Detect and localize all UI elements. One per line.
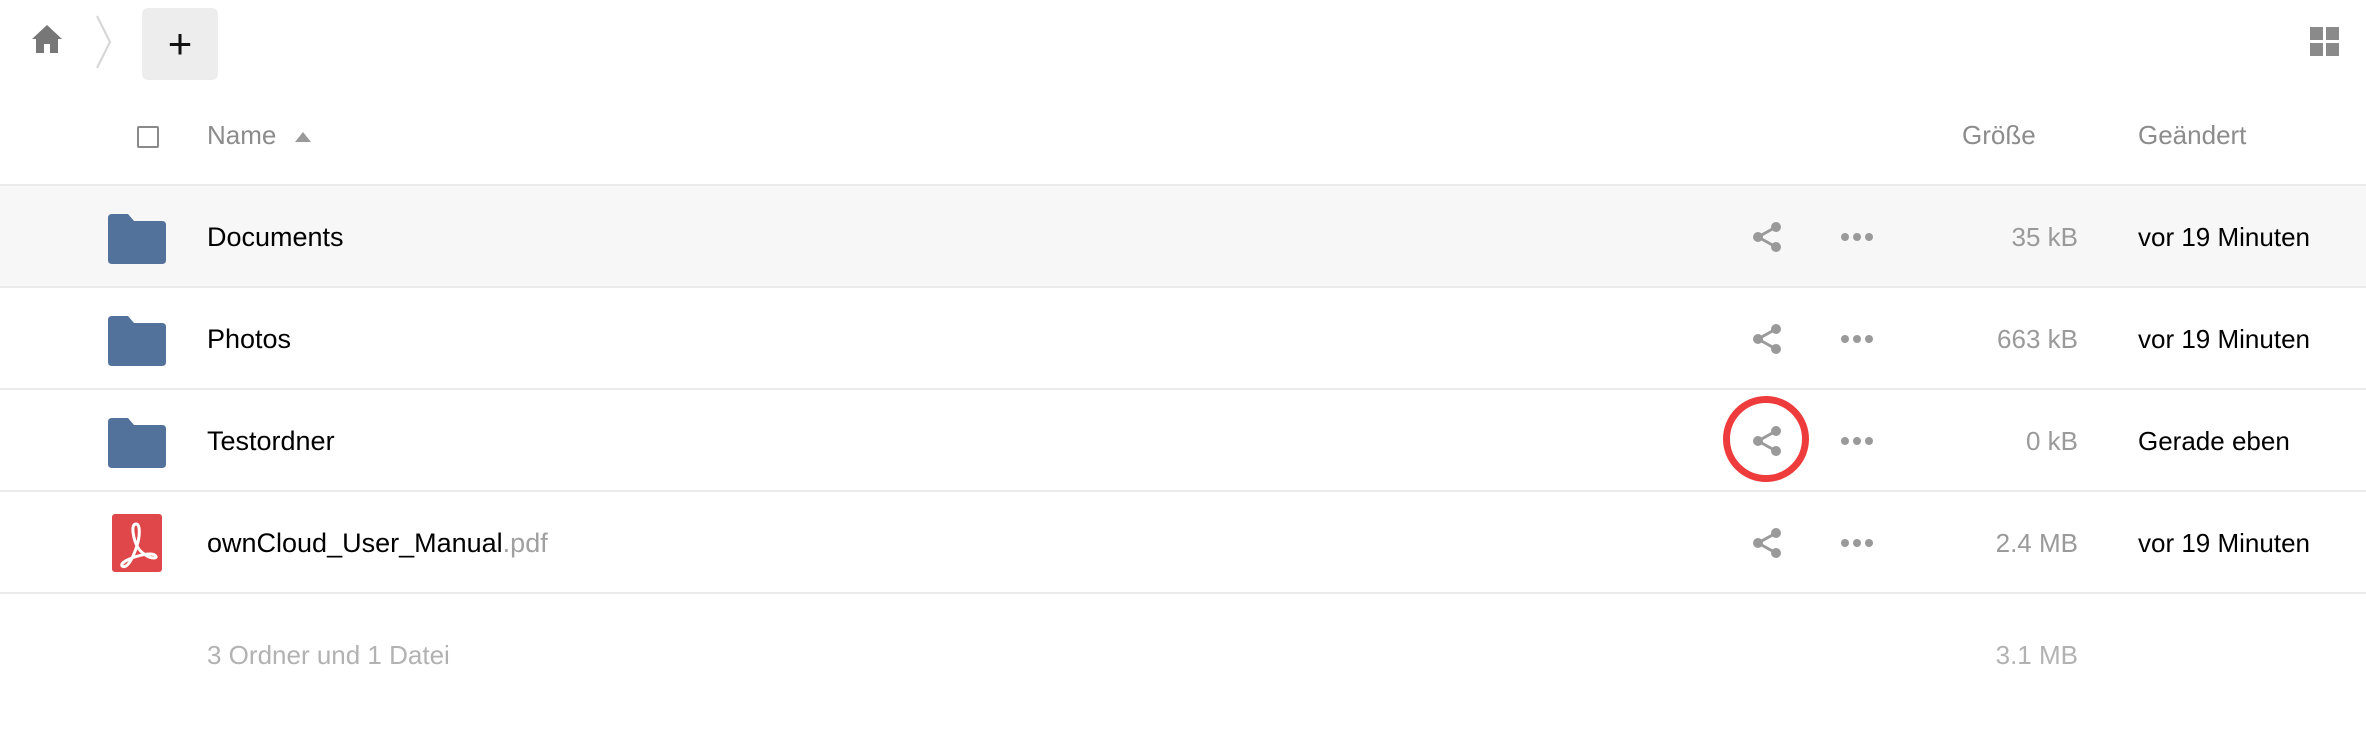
add-button[interactable]: + (142, 8, 218, 80)
folder-icon (108, 316, 166, 366)
file-name[interactable]: Documents (207, 222, 344, 253)
file-name[interactable]: Photos (207, 324, 291, 355)
grid-view-icon[interactable] (2310, 27, 2340, 57)
summary-size: 3.1 MB (1995, 640, 2078, 670)
more-actions-icon[interactable] (1840, 535, 1874, 551)
file-modified: vor 19 Minuten (2138, 222, 2310, 252)
folder-icon (108, 214, 166, 264)
file-list-header: Name Größe Geändert (0, 86, 2366, 186)
share-icon[interactable] (1751, 527, 1783, 559)
file-size: 2.4 MB (1995, 528, 2078, 558)
column-header-name[interactable]: Name (207, 120, 276, 151)
sort-ascending-icon (295, 132, 311, 142)
pdf-file-icon (112, 514, 162, 572)
file-list-summary: 3 Ordner und 1 Datei 3.1 MB (0, 594, 2366, 694)
column-header-modified[interactable]: Geändert (2138, 120, 2246, 151)
highlight-circle (1723, 396, 1809, 482)
file-name[interactable]: Testordner (207, 426, 335, 457)
select-all-checkbox[interactable] (137, 126, 159, 148)
file-size: 663 kB (1997, 324, 2078, 354)
more-actions-icon[interactable] (1840, 433, 1874, 449)
file-modified: vor 19 Minuten (2138, 528, 2310, 558)
summary-count: 3 Ordner und 1 Datei (207, 640, 450, 670)
file-row[interactable]: Photos 663 kB vor 19 Minuten (0, 288, 2366, 390)
breadcrumb-separator-icon (94, 12, 114, 72)
top-bar: + (0, 0, 2366, 86)
file-row[interactable]: ownCloud_User_Manual.pdf 2.4 MB vor 19 M… (0, 492, 2366, 594)
column-header-size[interactable]: Größe (1962, 120, 2036, 151)
share-icon[interactable] (1751, 221, 1783, 253)
file-modified: Gerade eben (2138, 426, 2290, 456)
file-row[interactable]: Documents 35 kB vor 19 Minuten (0, 186, 2366, 288)
add-button-label: + (167, 20, 193, 67)
folder-icon (108, 418, 166, 468)
file-modified: vor 19 Minuten (2138, 324, 2310, 354)
share-icon[interactable] (1751, 323, 1783, 355)
file-name[interactable]: ownCloud_User_Manual.pdf (207, 528, 548, 559)
file-size: 0 kB (2025, 426, 2078, 456)
home-icon[interactable] (30, 22, 64, 56)
file-row[interactable]: Testordner 0 kB Gerade eben (0, 390, 2366, 492)
file-size: 35 kB (2011, 222, 2079, 252)
more-actions-icon[interactable] (1840, 331, 1874, 347)
more-actions-icon[interactable] (1840, 229, 1874, 245)
